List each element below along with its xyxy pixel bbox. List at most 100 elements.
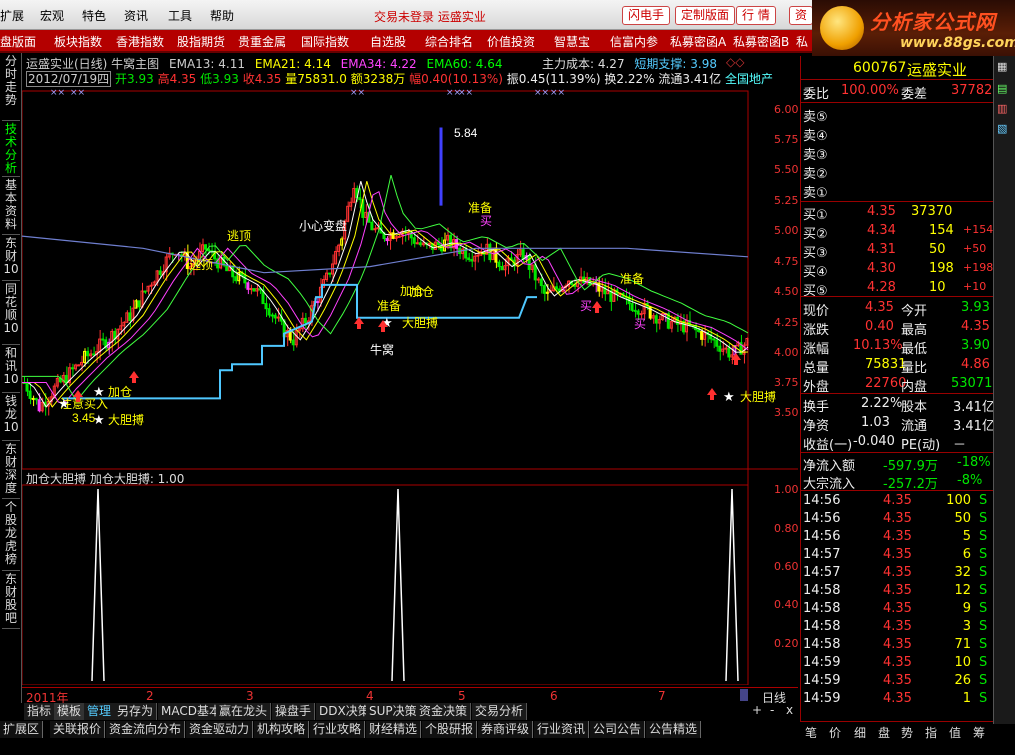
tick-volume: 71 bbox=[954, 637, 971, 652]
star-marker: ★ bbox=[93, 413, 105, 428]
stock-research[interactable]: 个股研报 bbox=[422, 721, 478, 738]
fund-flow-dist[interactable]: 资金流向分布 bbox=[106, 721, 186, 738]
tab-chips[interactable]: 筹 bbox=[973, 724, 985, 741]
tab-fundamentals[interactable]: 基本资料 bbox=[2, 179, 20, 235]
tab-tonghuashun[interactable]: 同花顺10 bbox=[2, 283, 20, 345]
star-marker: ★ bbox=[93, 385, 105, 400]
buy-row: 买① 4.35 37370 bbox=[801, 204, 997, 223]
nav-item[interactable]: 私募密函B bbox=[733, 33, 789, 50]
tab-detail[interactable]: 细 bbox=[854, 724, 866, 741]
buy-row: 买② 4.34 154 +154 bbox=[801, 223, 997, 242]
extension-zone[interactable]: 扩展区 bbox=[0, 721, 44, 738]
menu-macro[interactable]: 宏观 bbox=[40, 7, 64, 24]
stat-label: 总量 bbox=[803, 361, 830, 376]
bar-icon[interactable]: ▥ bbox=[997, 102, 1007, 115]
tab-value[interactable]: 值 bbox=[949, 724, 961, 741]
industry-news[interactable]: 行业资讯 bbox=[534, 721, 590, 738]
chart-area[interactable]: 运盛实业(日线) 牛窝主图 EMA13: 4.11 EMA21: 4.14 EM… bbox=[22, 55, 799, 685]
tab-intraday[interactable]: 分时走势 bbox=[2, 55, 20, 121]
tick-side: S bbox=[979, 529, 988, 544]
nav-item[interactable]: 私 bbox=[796, 33, 808, 50]
custom-layout-button[interactable]: 定制版面 bbox=[675, 6, 736, 25]
tab-eastmoney-depth[interactable]: 东财深度 bbox=[2, 443, 20, 499]
notice-picks[interactable]: 公告精选 bbox=[646, 721, 702, 738]
buy-volume: 10 bbox=[929, 280, 946, 295]
candle-body bbox=[92, 353, 96, 356]
fund-tab[interactable]: 资金决策 bbox=[416, 703, 472, 720]
template-tab[interactable]: 模板 bbox=[54, 703, 86, 720]
tab-index[interactable]: 指 bbox=[925, 724, 937, 741]
stat-label: 最高 bbox=[901, 323, 928, 338]
chart-icon[interactable]: ▤ bbox=[997, 82, 1007, 95]
candle-body bbox=[700, 330, 704, 340]
minus-icon[interactable]: - bbox=[770, 703, 774, 717]
tab-trend[interactable]: 势 bbox=[901, 724, 913, 741]
macd-tab[interactable]: MACD基本 bbox=[158, 703, 225, 720]
tab-order[interactable]: 盘 bbox=[878, 724, 890, 741]
nav-item[interactable]: 自选股 bbox=[370, 33, 406, 50]
sup-tab[interactable]: SUP决策 bbox=[366, 703, 421, 720]
tab-eastmoney[interactable]: 东财10 bbox=[2, 237, 20, 281]
nav-item[interactable]: 国际指数 bbox=[301, 33, 349, 50]
company-notice[interactable]: 公司公告 bbox=[590, 721, 646, 738]
close-icon[interactable]: x bbox=[786, 703, 793, 717]
broker-rating[interactable]: 券商评级 bbox=[478, 721, 534, 738]
tab-qianlong[interactable]: 钱龙10 bbox=[2, 395, 20, 441]
menu-help[interactable]: 帮助 bbox=[210, 7, 234, 24]
stat2-value: 1.03 bbox=[861, 415, 890, 430]
candle-body bbox=[397, 235, 401, 238]
tab-dragon-tiger[interactable]: 个股龙虎榜 bbox=[2, 501, 20, 571]
tab-tick[interactable]: 笔 bbox=[805, 724, 817, 741]
tick-time: 14:57 bbox=[803, 565, 841, 580]
list-icon[interactable]: ▧ bbox=[997, 122, 1007, 135]
candle-body bbox=[328, 272, 332, 275]
trade-status: 交易未登录 运盛实业 bbox=[374, 10, 486, 24]
save-as-tab[interactable]: 另存为 bbox=[114, 703, 158, 720]
plus-icon[interactable]: + bbox=[752, 703, 762, 717]
buy-price: 4.31 bbox=[867, 242, 896, 257]
tab-stock-forum[interactable]: 东财股吧 bbox=[2, 573, 20, 629]
tab-technical[interactable]: 技术分析 bbox=[2, 123, 20, 177]
bottom-toolbar: 指标 模板 管理 另存为 MACD基本 赢在龙头 操盘手 DDX决策 SUP决策… bbox=[0, 703, 798, 755]
finance-picks[interactable]: 财经精选 bbox=[366, 721, 422, 738]
x-scroll-thumb[interactable] bbox=[740, 689, 748, 701]
candle-body bbox=[273, 314, 277, 319]
menu-feature[interactable]: 特色 bbox=[82, 7, 106, 24]
trade-analysis-tab[interactable]: 交易分析 bbox=[472, 703, 528, 720]
grid-icon[interactable]: ▦ bbox=[997, 60, 1007, 73]
institution-guide[interactable]: 机构攻略 bbox=[254, 721, 310, 738]
industry-guide[interactable]: 行业攻略 bbox=[310, 721, 366, 738]
nav-item[interactable]: 智慧宝 bbox=[554, 33, 590, 50]
flash-trade-button[interactable]: 闪电手 bbox=[622, 6, 671, 25]
tick-volume: 1 bbox=[962, 691, 971, 706]
candlestick-chart[interactable]: 5.84准备逃顶逃顶小心变盘加仓大胆搏牛窝准备注意买入加仓3.45 大胆搏买买准备… bbox=[22, 55, 798, 685]
info-button[interactable]: 资 bbox=[789, 6, 814, 25]
manage-tab[interactable]: 管理 bbox=[84, 703, 116, 720]
tab-price[interactable]: 价 bbox=[829, 724, 841, 741]
nav-item[interactable]: 价值投资 bbox=[487, 33, 535, 50]
menu-news[interactable]: 资讯 bbox=[124, 7, 148, 24]
leader-tab[interactable]: 赢在龙头 bbox=[216, 703, 272, 720]
nav-item[interactable]: 盘版面 bbox=[0, 33, 36, 50]
menu-extend[interactable]: 扩展 bbox=[0, 7, 24, 24]
nav-item[interactable]: 贵重金属 bbox=[238, 33, 286, 50]
trader-tab[interactable]: 操盘手 bbox=[272, 703, 316, 720]
related-quotes[interactable]: 关联报价 bbox=[50, 721, 106, 738]
stat-label: 涨跌 bbox=[803, 323, 830, 338]
nav-item[interactable]: 私募密函A bbox=[670, 33, 726, 50]
sell-row: 卖③ bbox=[801, 144, 997, 163]
stat2-label: 股本 bbox=[901, 400, 928, 415]
candle-body bbox=[654, 315, 658, 324]
buy-price: 4.28 bbox=[867, 280, 896, 295]
nav-item[interactable]: 综合排名 bbox=[425, 33, 473, 50]
tab-hexun[interactable]: 和讯10 bbox=[2, 347, 20, 393]
nav-item[interactable]: 股指期货 bbox=[177, 33, 225, 50]
fund-driver[interactable]: 资金驱动力 bbox=[186, 721, 254, 738]
nav-item[interactable]: 香港指数 bbox=[116, 33, 164, 50]
nav-item[interactable]: 板块指数 bbox=[54, 33, 102, 50]
menu-tools[interactable]: 工具 bbox=[168, 7, 192, 24]
quote-button[interactable]: 行 情 bbox=[736, 6, 776, 25]
candle-body bbox=[143, 290, 147, 293]
indicator-tab[interactable]: 指标 bbox=[24, 703, 56, 720]
nav-item[interactable]: 信富内参 bbox=[610, 33, 658, 50]
